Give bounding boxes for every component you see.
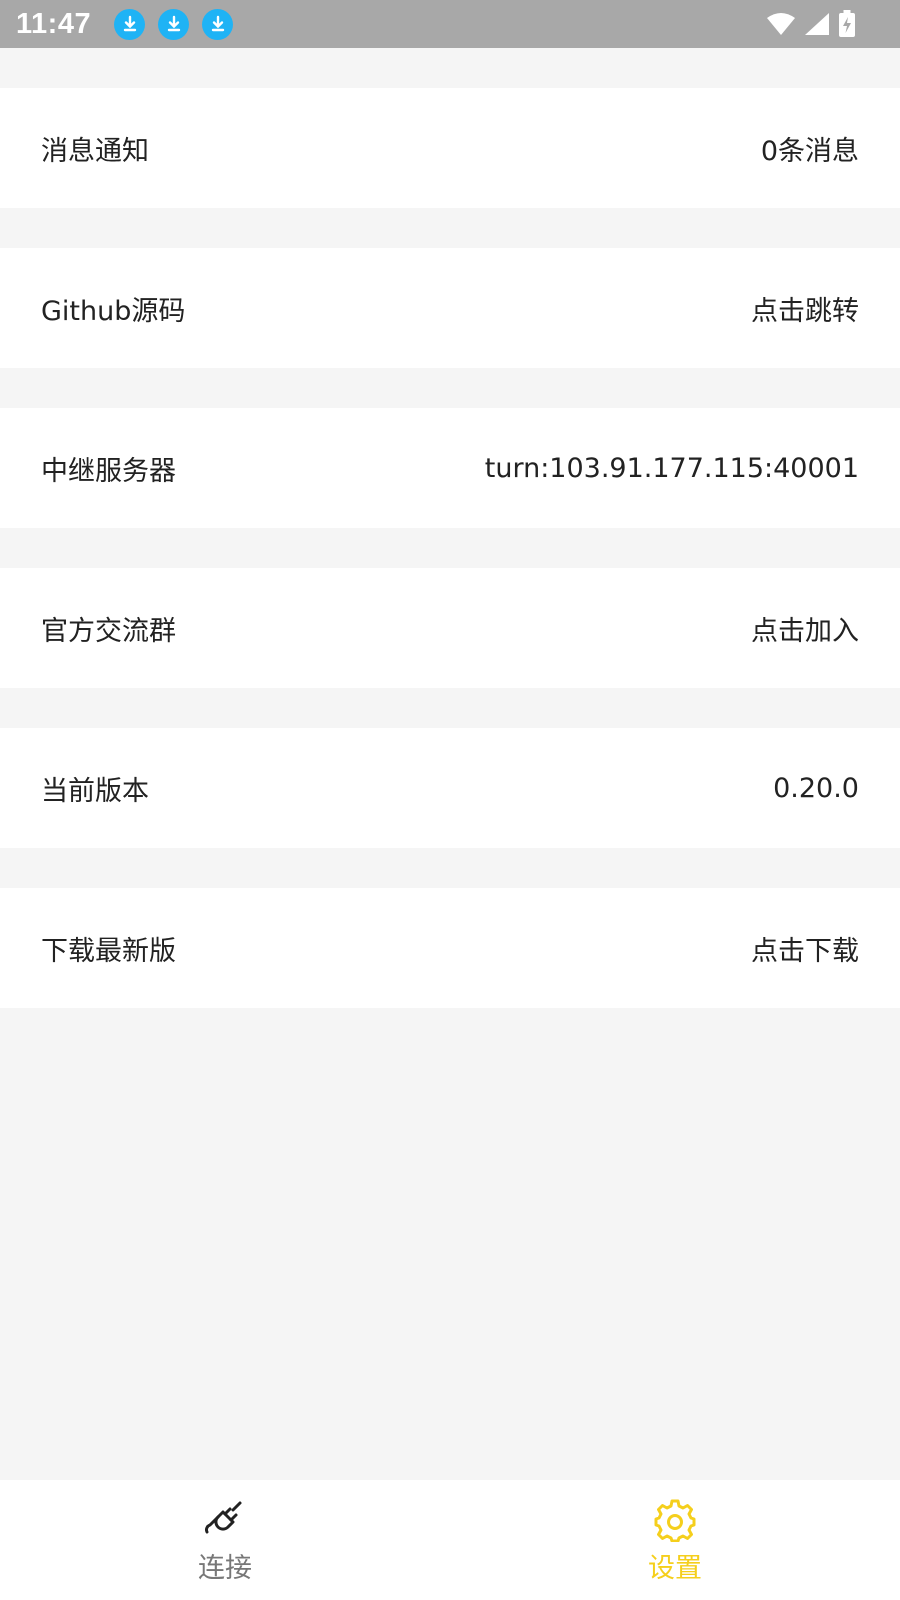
- setting-value: 点击加入: [751, 615, 859, 647]
- setting-label: 当前版本: [41, 775, 149, 807]
- setting-row-download-latest[interactable]: 下载最新版 点击下载: [0, 888, 900, 1008]
- tab-settings[interactable]: 设置: [450, 1480, 900, 1600]
- status-bar: 11:47: [0, 0, 900, 48]
- download-icon: [202, 8, 234, 40]
- setting-label: 中继服务器: [41, 455, 176, 487]
- settings-list: 消息通知 0条消息 Github源码 点击跳转 中继服务器 turn:103.9…: [0, 48, 900, 1008]
- setting-label: 下载最新版: [41, 935, 176, 967]
- setting-value: 0条消息: [760, 135, 859, 167]
- status-time: 11:47: [16, 7, 92, 40]
- setting-row-notifications[interactable]: 消息通知 0条消息: [0, 88, 900, 208]
- setting-value: turn:103.91.177.115:40001: [484, 452, 859, 484]
- setting-label: Github源码: [41, 295, 186, 327]
- status-right-icons: [766, 0, 856, 48]
- battery-charging-icon: [839, 10, 855, 37]
- setting-row-official-group[interactable]: 官方交流群 点击加入: [0, 568, 900, 688]
- setting-value: 点击下载: [751, 935, 859, 967]
- plug-icon: [205, 1501, 242, 1534]
- bottom-nav: 连接 设置: [0, 1480, 900, 1600]
- setting-value: 0.20.0: [773, 772, 859, 804]
- tab-settings-label: 设置: [648, 1553, 702, 1584]
- tab-connect[interactable]: 连接: [0, 1480, 450, 1600]
- setting-value: 点击跳转: [751, 295, 859, 327]
- setting-label: 消息通知: [41, 135, 149, 167]
- tab-connect-label: 连接: [198, 1553, 252, 1584]
- signal-icon: [805, 13, 829, 35]
- gear-icon: [654, 1499, 696, 1542]
- wifi-icon: [767, 13, 795, 35]
- setting-row-github-source[interactable]: Github源码 点击跳转: [0, 248, 900, 368]
- setting-row-current-version: 当前版本 0.20.0: [0, 728, 900, 848]
- setting-label: 官方交流群: [41, 615, 176, 647]
- setting-row-relay-server[interactable]: 中继服务器 turn:103.91.177.115:40001: [0, 408, 900, 528]
- download-icon: [158, 8, 190, 40]
- download-icon: [114, 8, 146, 40]
